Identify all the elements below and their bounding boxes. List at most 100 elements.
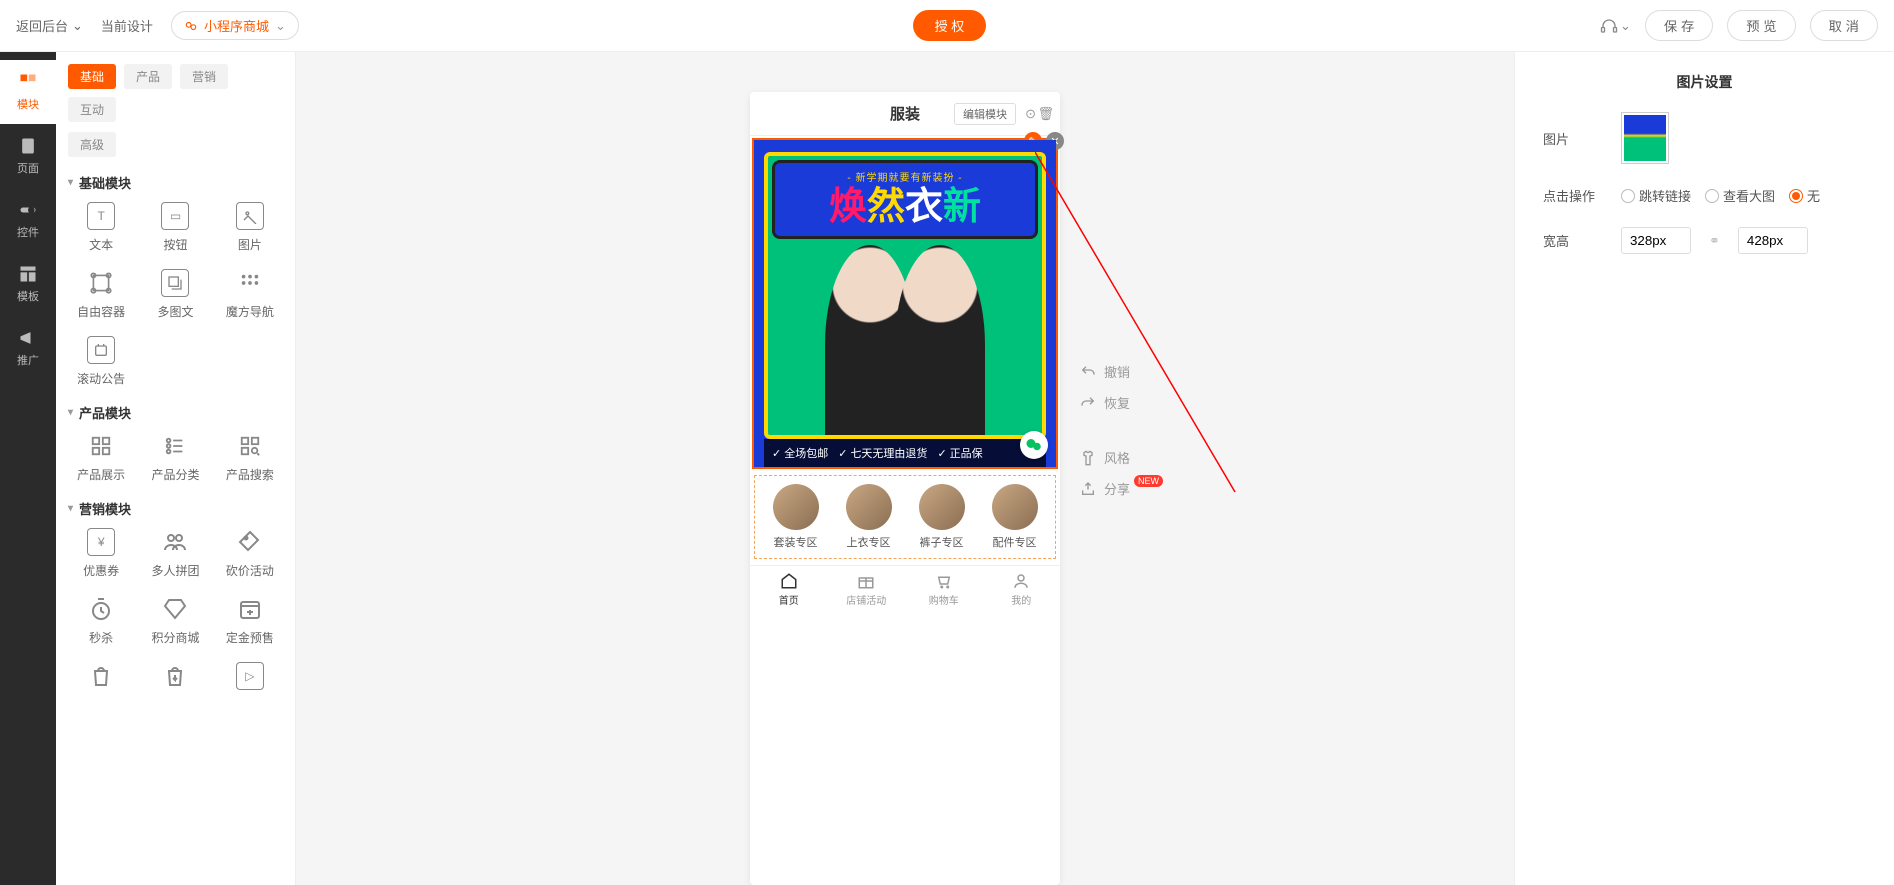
templates-icon — [18, 264, 38, 284]
radio-none[interactable]: 无 — [1789, 186, 1820, 205]
settings-panel: 图片设置 图片 点击操作 跳转链接 查看大图 无 宽高 ⚭ — [1514, 52, 1894, 885]
module-product-search[interactable]: 产品搜索 — [217, 432, 283, 483]
topbar: 返回后台 ⌄ 当前设计 小程序商城 ⌄ 授 权 ⌄ 保 存 预 览 取 消 — [0, 0, 1894, 52]
module-scroll-notice[interactable]: 滚动公告 — [68, 336, 134, 387]
module-seckill[interactable]: 秒杀 — [68, 595, 134, 646]
category-item[interactable]: 上衣专区 — [846, 484, 892, 550]
tab-cart[interactable]: 购物车 — [905, 566, 983, 613]
tab-advanced[interactable]: 高级 — [68, 132, 116, 157]
module-text[interactable]: T文本 — [68, 202, 134, 253]
width-input[interactable] — [1621, 227, 1691, 254]
module-bargain[interactable]: 砍价活动 — [217, 528, 283, 579]
selected-image-block[interactable]: ✎ ✕ - 新学期就要有新装扮 - 焕然衣新 ✓ 全场包 — [752, 138, 1058, 469]
modules-icon — [18, 72, 38, 92]
vnav-modules[interactable]: 模块 — [0, 60, 56, 124]
category-item[interactable]: 配件专区 — [992, 484, 1038, 550]
module-deposit[interactable]: 定金预售 — [217, 595, 283, 646]
module-free-container[interactable]: 自由容器 — [68, 269, 134, 320]
section-product[interactable]: ▾产品模块 — [68, 403, 283, 422]
more-icon[interactable]: ⊙ — [1025, 106, 1036, 122]
timer-icon — [87, 595, 115, 623]
user-icon — [1012, 572, 1030, 590]
tab-home[interactable]: 首页 — [750, 566, 828, 613]
module-button[interactable]: ▭按钮 — [142, 202, 208, 253]
tab-mine[interactable]: 我的 — [983, 566, 1061, 613]
free-container-icon — [87, 269, 115, 297]
cancel-button[interactable]: 取 消 — [1810, 10, 1878, 41]
module-coupon[interactable]: ¥优惠券 — [68, 528, 134, 579]
vertical-nav: 模块 页面 控件 模板 推广 — [0, 52, 56, 885]
category-item[interactable]: 套装专区 — [773, 484, 819, 550]
category-item[interactable]: 裤子专区 — [919, 484, 965, 550]
redo-button[interactable]: 恢复 — [1080, 393, 1167, 412]
design-selector[interactable]: 小程序商城 ⌄ — [171, 11, 299, 40]
category-image — [992, 484, 1038, 530]
category-image — [773, 484, 819, 530]
tab-basic[interactable]: 基础 — [68, 64, 116, 89]
canvas: 服装 编辑模块 ⊙ 🗑 ✎ ✕ - 新学期就要有新装扮 - 焕然衣新 — [296, 52, 1514, 885]
tab-activity[interactable]: 店铺活动 — [828, 566, 906, 613]
height-input[interactable] — [1738, 227, 1808, 254]
tab-product[interactable]: 产品 — [124, 64, 172, 89]
bargain-icon — [236, 528, 264, 556]
authorize-button[interactable]: 授 权 — [913, 10, 987, 41]
support-icon[interactable]: ⌄ — [1600, 17, 1631, 35]
section-marketing[interactable]: ▾营销模块 — [68, 499, 283, 518]
share-button[interactable]: 分享NEW — [1080, 479, 1167, 498]
module-cube-nav[interactable]: 魔方导航 — [217, 269, 283, 320]
vnav-controls[interactable]: 控件 — [0, 188, 56, 252]
image-thumbnail[interactable] — [1621, 112, 1669, 164]
wechat-icon[interactable] — [1020, 431, 1048, 459]
save-button[interactable]: 保 存 — [1645, 10, 1713, 41]
edit-module-button[interactable]: 编辑模块 — [954, 103, 1016, 125]
tab-marketing[interactable]: 营销 — [180, 64, 228, 89]
calendar-money-icon — [236, 595, 264, 623]
section-basic[interactable]: ▾基础模块 — [68, 173, 283, 192]
link-icon[interactable]: ⚭ — [1709, 233, 1720, 249]
bag-icon — [87, 662, 115, 690]
module-panel: 基础 产品 营销 互动 高级 ▾基础模块 T文本 ▭按钮 图片 自由容器 多图文… — [56, 52, 296, 885]
undo-button[interactable]: 撤销 — [1080, 362, 1167, 381]
radio-zoom[interactable]: 查看大图 — [1705, 186, 1775, 205]
module-tabs: 基础 产品 营销 互动 — [68, 64, 283, 122]
current-design-label: 当前设计 — [101, 16, 153, 35]
chevron-down-icon: ⌄ — [72, 18, 83, 34]
topbar-right: ⌄ 保 存 预 览 取 消 — [1600, 10, 1878, 41]
vnav-promote[interactable]: 推广 — [0, 316, 56, 380]
delete-icon[interactable]: 🗑 — [1037, 106, 1054, 122]
module-extra-2[interactable] — [142, 662, 208, 690]
caret-down-icon: ▾ — [68, 177, 73, 188]
style-button[interactable]: 风格 — [1080, 448, 1167, 467]
category-block[interactable]: 套装专区 上衣专区 裤子专区 配件专区 — [754, 475, 1056, 559]
grid-icon — [87, 432, 115, 460]
diamond-icon — [161, 595, 189, 623]
module-extra-1[interactable] — [68, 662, 134, 690]
phone-header: 服装 编辑模块 ⊙ 🗑 — [750, 92, 1060, 136]
tabbar: 首页 店铺活动 购物车 我的 — [750, 565, 1060, 613]
float-tools: 撤销 恢复 风格 分享NEW — [1080, 362, 1167, 498]
tab-interactive[interactable]: 互动 — [68, 97, 116, 122]
module-product-category[interactable]: 产品分类 — [142, 432, 208, 483]
module-multi-image[interactable]: 多图文 — [142, 269, 208, 320]
search-grid-icon — [236, 432, 264, 460]
click-action-radios: 跳转链接 查看大图 无 — [1621, 186, 1820, 205]
share-icon — [1080, 481, 1096, 497]
click-action-label: 点击操作 — [1543, 186, 1603, 205]
module-image[interactable]: 图片 — [217, 202, 283, 253]
preview-button[interactable]: 预 览 — [1727, 10, 1795, 41]
chevron-down-icon: ⌄ — [275, 18, 286, 34]
category-image — [919, 484, 965, 530]
vnav-pages[interactable]: 页面 — [0, 124, 56, 188]
module-group-buy[interactable]: 多人拼团 — [142, 528, 208, 579]
settings-title: 图片设置 — [1543, 72, 1866, 92]
back-button[interactable]: 返回后台 ⌄ — [16, 16, 83, 35]
module-points-mall[interactable]: 积分商城 — [142, 595, 208, 646]
pages-icon — [18, 136, 38, 156]
module-extra-3[interactable]: ▷ — [217, 662, 283, 690]
group-icon — [161, 528, 189, 556]
vnav-templates[interactable]: 模板 — [0, 252, 56, 316]
coupon-icon: ¥ — [87, 528, 115, 556]
module-product-display[interactable]: 产品展示 — [68, 432, 134, 483]
radio-link[interactable]: 跳转链接 — [1621, 186, 1691, 205]
button-icon: ▭ — [161, 202, 189, 230]
